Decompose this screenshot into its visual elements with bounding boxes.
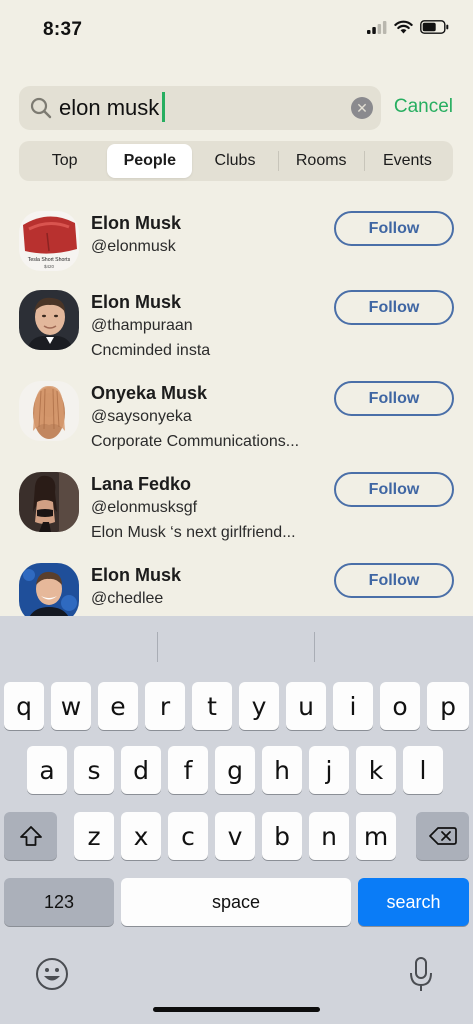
follow-button[interactable]: Follow (334, 381, 454, 416)
result-name: Elon Musk (91, 565, 182, 585)
key-q[interactable]: q (4, 682, 44, 730)
tab-rooms[interactable]: Rooms (279, 144, 364, 178)
key-y[interactable]: y (239, 682, 279, 730)
key-h[interactable]: h (262, 746, 302, 794)
result-name: Onyeka Musk (91, 383, 208, 403)
suggestion-divider (314, 632, 315, 662)
result-handle: @elonmusk (91, 238, 176, 255)
key-l[interactable]: l (403, 746, 443, 794)
key-d[interactable]: d (121, 746, 161, 794)
key-j[interactable]: j (309, 746, 349, 794)
avatar-price: $420 (44, 264, 55, 269)
result-bio: Corporate Communications... (91, 433, 300, 450)
key-e[interactable]: e (98, 682, 138, 730)
result-handle: @thampuraan (91, 317, 193, 334)
tab-people[interactable]: People (107, 144, 193, 178)
avatar-caption: Tesla Short Shorts (28, 257, 71, 263)
suggestion-divider (157, 632, 158, 662)
key-o[interactable]: o (380, 682, 420, 730)
avatar[interactable] (19, 381, 79, 441)
tab-clubs[interactable]: Clubs (192, 144, 277, 178)
avatar[interactable]: Tesla Short Shorts $420 (19, 211, 79, 271)
key-p[interactable]: p (427, 682, 469, 730)
battery-icon (420, 20, 449, 34)
keyboard: q w e r t y u i o p a s d f g h j k l z … (0, 616, 473, 1024)
shift-icon (19, 826, 42, 846)
delete-key[interactable] (416, 812, 469, 860)
cancel-button[interactable]: Cancel (394, 96, 453, 118)
key-f[interactable]: f (168, 746, 208, 794)
home-indicator (153, 1007, 320, 1012)
key-i[interactable]: i (333, 682, 373, 730)
key-z[interactable]: z (74, 812, 114, 860)
key-x[interactable]: x (121, 812, 161, 860)
key-s[interactable]: s (74, 746, 114, 794)
result-handle: @chedlee (91, 590, 164, 607)
key-b[interactable]: b (262, 812, 302, 860)
follow-button[interactable]: Follow (334, 472, 454, 507)
search-tabs: Top People Clubs Rooms Events (19, 141, 453, 181)
follow-button[interactable]: Follow (334, 290, 454, 325)
avatar[interactable] (19, 290, 79, 350)
people-results-list: Tesla Short Shorts $420 Elon Musk @elonm… (0, 200, 473, 616)
key-w[interactable]: w (51, 682, 91, 730)
status-bar: 8:37 (0, 0, 473, 60)
microphone-icon[interactable] (408, 956, 434, 994)
result-bio: Elon Musk ‘s next girlfriend... (91, 524, 296, 541)
avatar[interactable] (19, 563, 79, 616)
tab-events[interactable]: Events (365, 144, 450, 178)
key-t[interactable]: t (192, 682, 232, 730)
key-g[interactable]: g (215, 746, 255, 794)
search-icon (30, 97, 52, 119)
key-k[interactable]: k (356, 746, 396, 794)
status-icons (367, 20, 449, 34)
key-c[interactable]: c (168, 812, 208, 860)
clear-search-icon[interactable]: ✕ (351, 97, 373, 119)
key-v[interactable]: v (215, 812, 255, 860)
shift-key[interactable] (4, 812, 57, 860)
numbers-key[interactable]: 123 (4, 878, 114, 926)
key-a[interactable]: a (27, 746, 67, 794)
emoji-icon[interactable] (35, 957, 69, 991)
search-query: elon musk (59, 92, 166, 123)
result-name: Elon Musk (91, 292, 182, 312)
key-r[interactable]: r (145, 682, 185, 730)
result-bio: Cncminded insta (91, 342, 211, 359)
result-handle: @elonmusksgf (91, 499, 198, 516)
follow-button[interactable]: Follow (334, 563, 454, 598)
avatar[interactable] (19, 472, 79, 532)
search-key[interactable]: search (358, 878, 469, 926)
backspace-icon (428, 827, 457, 845)
result-name: Elon Musk (91, 213, 182, 233)
wifi-icon (394, 20, 413, 34)
space-key[interactable]: space (121, 878, 351, 926)
cellular-signal-icon (367, 20, 387, 34)
tab-top[interactable]: Top (22, 144, 107, 178)
result-handle: @saysonyeka (91, 408, 192, 425)
keyboard-suggestion-bar (0, 616, 473, 676)
result-name: Lana Fedko (91, 474, 192, 494)
follow-button[interactable]: Follow (334, 211, 454, 246)
search-input[interactable]: elon musk ✕ (19, 86, 381, 130)
status-time: 8:37 (43, 19, 83, 40)
text-cursor (162, 92, 166, 123)
key-u[interactable]: u (286, 682, 326, 730)
search-row: elon musk ✕ Cancel (19, 86, 459, 130)
key-m[interactable]: m (356, 812, 396, 860)
key-n[interactable]: n (309, 812, 349, 860)
